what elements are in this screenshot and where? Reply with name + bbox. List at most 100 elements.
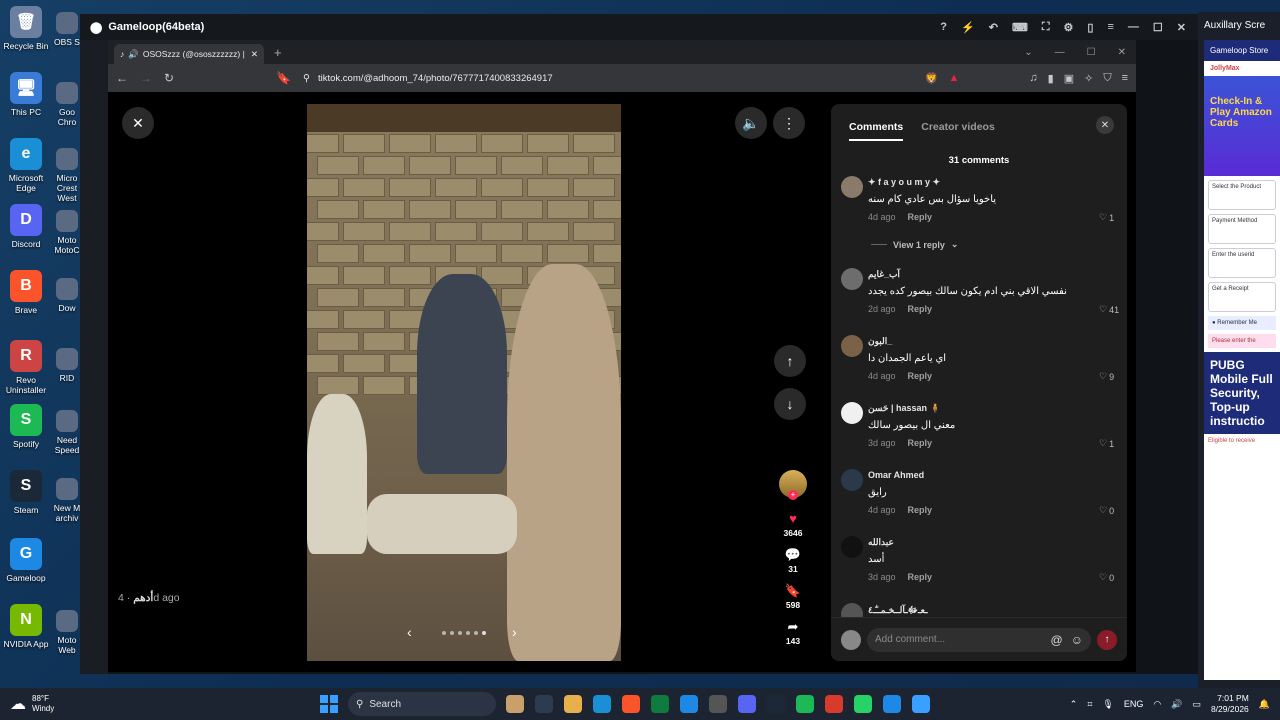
language-indicator[interactable]: ENG (1124, 699, 1144, 709)
desktop-icon[interactable]: Micro Crest West (52, 148, 82, 203)
tab-comments[interactable]: Comments (849, 121, 904, 141)
taskbar-search[interactable]: ⚲ Search (348, 692, 496, 716)
desktop-icon[interactable]: N NVIDIA App (0, 604, 52, 649)
reply-button[interactable]: Reply (908, 438, 933, 448)
mic-icon[interactable]: 🎙 (1102, 699, 1113, 710)
desktop-icon[interactable]: Goo Chro (52, 82, 82, 127)
commenter-avatar[interactable] (841, 176, 863, 198)
reply-button[interactable]: Reply (908, 371, 933, 381)
minimize-icon[interactable]: — (1128, 21, 1139, 34)
creator-avatar[interactable]: + (779, 470, 807, 500)
commenter-name[interactable]: Omar Ahmed (868, 470, 924, 480)
battery-icon[interactable]: ▭ (1192, 699, 1201, 710)
commenter-name[interactable]: آب_غايم (868, 269, 900, 280)
reply-button[interactable]: Reply (908, 212, 933, 222)
heart-icon[interactable]: ♥ (789, 512, 797, 526)
maximize-icon[interactable]: ☐ (1153, 21, 1163, 34)
comment-action[interactable]: 💬 31 (785, 548, 801, 575)
comment-like[interactable]: ♡ 1 (1099, 438, 1114, 449)
page-dot[interactable] (450, 631, 454, 635)
more-options-button[interactable]: ⋮ (773, 107, 805, 139)
taskbar-app-icon[interactable] (883, 695, 901, 713)
close-icon[interactable]: ✕ (1177, 21, 1186, 34)
taskbar-app-icon[interactable] (564, 695, 582, 713)
tab-close-icon[interactable]: ✕ (251, 49, 258, 60)
comment-like[interactable]: ♡ 1 (1099, 212, 1114, 223)
mention-icon[interactable]: @ (1051, 633, 1063, 647)
browser-maximize-icon[interactable]: ☐ (1087, 47, 1096, 58)
close-comments-icon[interactable]: ✕ (1096, 116, 1114, 134)
bookmark-icon[interactable]: 🔖 (276, 71, 291, 85)
wallet-icon[interactable]: ▣ (1064, 72, 1074, 85)
comment-like[interactable]: ♡ 9 (1099, 371, 1114, 382)
desktop-icon[interactable]: Need Speed (52, 410, 82, 455)
browser-close-icon[interactable]: ✕ (1118, 47, 1126, 58)
help-icon[interactable]: ? (940, 21, 947, 34)
desktop-icon[interactable]: B Brave (0, 270, 52, 315)
page-dot[interactable] (442, 631, 446, 635)
commenter-name[interactable]: البون_ (868, 336, 892, 347)
reply-button[interactable]: Reply (908, 572, 933, 582)
desktop-icon[interactable]: 🗑 Recycle Bin (0, 6, 52, 51)
new-tab-icon[interactable]: + (274, 45, 282, 60)
notifications-icon[interactable]: 🔔 (1259, 699, 1270, 710)
comment-icon[interactable]: 💬 (785, 548, 801, 562)
photo-next-icon[interactable]: › (512, 624, 517, 640)
page-dot[interactable] (458, 631, 462, 635)
audio-icon[interactable]: 🔊 (128, 49, 139, 60)
commenter-avatar[interactable] (841, 536, 863, 558)
desktop-icon[interactable]: Moto MotoC (52, 210, 82, 255)
ad-hero-banner[interactable]: Check-In & Play Amazon Cards (1204, 76, 1280, 176)
taskbar-app-icon[interactable] (593, 695, 611, 713)
keyboard-icon[interactable]: ⌨ (1012, 21, 1028, 34)
browser-menu-icon[interactable]: ≡ (1122, 72, 1128, 84)
taskbar-app-icon[interactable] (796, 695, 814, 713)
site-info-icon[interactable]: ⚲ (303, 73, 310, 84)
tab-search-icon[interactable]: ⌄ (1024, 47, 1032, 58)
desktop-icon[interactable]: Moto Web (52, 610, 82, 655)
commenter-name[interactable]: ✦ f a y o u m y ✦ (868, 177, 940, 188)
page-dot[interactable] (482, 631, 486, 635)
post-author[interactable]: أدهم (133, 592, 153, 604)
taskbar-app-icon[interactable] (825, 695, 843, 713)
taskbar-app-icon[interactable] (767, 695, 785, 713)
desktop-icon[interactable]: Dow (52, 278, 82, 313)
comment-like[interactable]: ♡ 0 (1099, 505, 1114, 516)
desktop-icon[interactable]: 🖥 This PC (0, 72, 52, 117)
comment-like[interactable]: ♡ 0 (1099, 572, 1114, 583)
desktop-icon[interactable]: G Gameloop (0, 538, 52, 583)
settings-icon[interactable]: ⚙ (1064, 21, 1074, 34)
vpn-icon[interactable]: ⛉ (1103, 72, 1111, 85)
tab-creator-videos[interactable]: Creator videos (921, 121, 995, 141)
commenter-avatar[interactable] (841, 268, 863, 290)
page-dot[interactable] (474, 631, 478, 635)
fullscreen-icon[interactable]: ⛶ (1042, 21, 1050, 34)
start-button[interactable] (320, 695, 338, 713)
promo-code-field[interactable]: Please enter the (1208, 334, 1276, 348)
taskbar-app-icon[interactable] (738, 695, 756, 713)
boost-icon[interactable]: ⚡ (961, 21, 975, 34)
browser-tab[interactable]: ♪ 🔊 OSOSzzz (@ososzzzzzz) | Tik ✕ (114, 44, 264, 64)
commenter-avatar[interactable] (841, 469, 863, 491)
reply-button[interactable]: Reply (908, 304, 933, 314)
previous-post-button[interactable]: ↑ (774, 345, 806, 377)
photo-prev-icon[interactable]: ‹ (407, 624, 412, 640)
menu-icon[interactable]: ≡ (1107, 21, 1113, 34)
back-arrow-icon[interactable]: ← (116, 71, 128, 85)
desktop-icon[interactable]: New M archiv (52, 478, 82, 523)
network-icon[interactable]: ⌗ (1087, 699, 1092, 710)
sidebar-icon[interactable]: ▮ (1048, 72, 1054, 85)
weather-widget[interactable]: ☁ 88°F Windy (0, 694, 320, 714)
volume-icon[interactable]: 🔊 (1171, 699, 1182, 710)
desktop-icon[interactable]: RID (52, 348, 82, 383)
taskbar-app-icon[interactable] (651, 695, 669, 713)
commenter-avatar[interactable] (841, 335, 863, 357)
comment-like[interactable]: ♡ 41 (1099, 304, 1119, 315)
view-replies-button[interactable]: View 1 reply ⌄ (871, 239, 958, 250)
taskbar-app-icon[interactable] (709, 695, 727, 713)
desktop-icon[interactable]: OBS S (52, 12, 82, 47)
commenter-name[interactable]: حَسن | hassan 🧍 (868, 403, 941, 414)
taskbar-app-icon[interactable] (506, 695, 524, 713)
brave-rewards-icon[interactable]: ▲ (949, 72, 960, 84)
desktop-icon[interactable]: S Steam (0, 470, 52, 515)
